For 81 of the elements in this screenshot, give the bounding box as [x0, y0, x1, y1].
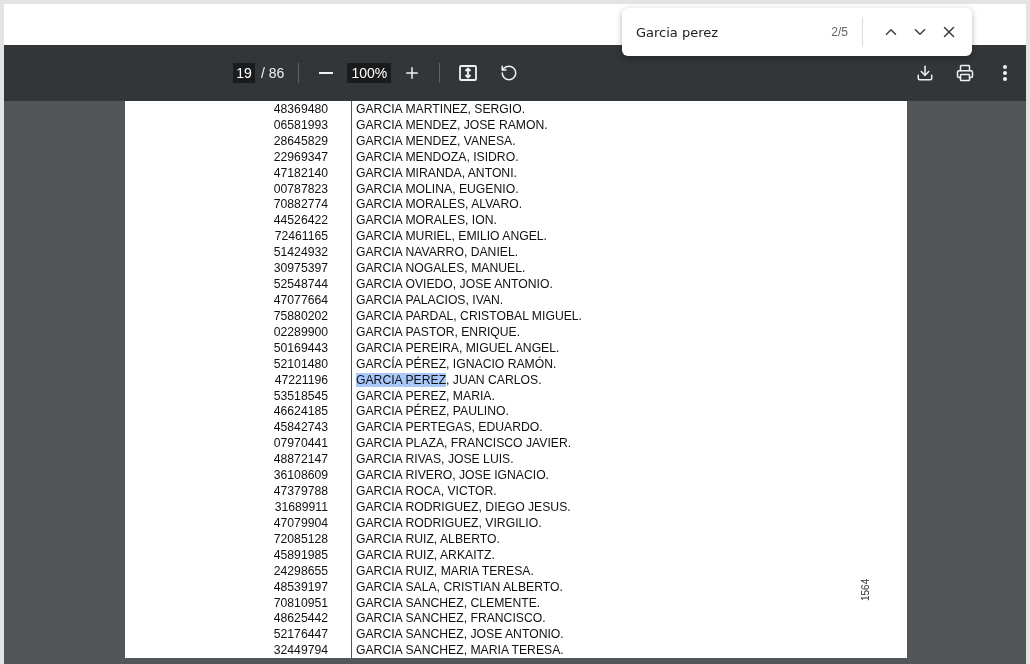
printer-icon — [956, 64, 974, 82]
person-name: GARCIA PARDAL, CRISTOBAL MIGUEL. — [356, 308, 582, 323]
id-number: 47182140 — [272, 165, 328, 180]
person-name: GARCIA NOGALES, MANUEL. — [356, 261, 526, 276]
id-number: 30975397 — [272, 261, 328, 276]
id-number: 46624185 — [272, 404, 328, 419]
person-name: GARCIA SALA, CRISTIAN ALBERTO. — [356, 579, 563, 594]
id-number: 48539197 — [272, 579, 328, 594]
person-name: GARCIA PLAZA, FRANCISCO JAVIER. — [356, 436, 572, 451]
person-name: GARCIA PASTOR, ENRIQUE. — [356, 324, 521, 339]
id-number: 72461165 — [273, 229, 328, 244]
id-number: 51424932 — [272, 245, 328, 260]
fit-page-icon — [458, 63, 479, 83]
person-name: GARCIA PEREZ, JUAN CARLOS. — [356, 372, 542, 387]
id-number: 31689911 — [273, 500, 328, 514]
id-number: 70882774 — [272, 197, 328, 212]
person-name: GARCIA MENDEZ, VANESA. — [356, 133, 516, 148]
id-number: 75880202 — [272, 308, 328, 323]
id-number: 07970441 — [272, 436, 328, 451]
id-number: 00787823 — [272, 181, 328, 196]
person-name: GARCIA PEREZ, MARIA. — [356, 388, 495, 403]
id-number: 50169443 — [272, 340, 328, 355]
person-name: GARCIA PEREIRA, MIGUEL ANGEL. — [356, 340, 560, 355]
person-name: GARCIA SANCHEZ, FRANCISCO. — [356, 611, 546, 626]
id-number: 47077664 — [272, 293, 328, 307]
page-number-field[interactable]: 19 — [233, 63, 255, 83]
more-icon — [1003, 65, 1007, 81]
person-name: GARCIA RUIZ, ALBERTO. — [356, 531, 500, 546]
person-name: GARCIA PÉREZ, PAULINO. — [356, 404, 509, 419]
id-number: 70810951 — [272, 595, 328, 610]
person-name: GARCIA MURIEL, EMILIO ANGEL. — [356, 229, 547, 244]
id-number: 32449794 — [272, 643, 328, 658]
id-number: 52548744 — [272, 277, 328, 292]
margin-note: 1564 — [860, 578, 871, 601]
rotate-icon — [500, 64, 519, 82]
id-number: 52176447 — [272, 627, 328, 642]
person-name: GARCIA RIVERO, JOSE IGNACIO. — [356, 468, 549, 483]
person-name: GARCIA PERTEGAS, EDUARDO. — [356, 420, 543, 435]
id-number: 22969347 — [272, 149, 328, 164]
id-number: 47079904 — [272, 515, 328, 530]
person-name: GARCIA MORALES, ION. — [356, 213, 497, 228]
id-number: 53518545 — [272, 388, 328, 403]
match-count: 2/5 — [831, 25, 848, 39]
id-number: 48625442 — [272, 611, 328, 626]
person-name: GARCIA MENDOZA, ISIDRO. — [356, 149, 519, 164]
person-name: GARCIA PALACIOS, IVAN. — [356, 293, 504, 307]
id-number: 45842743 — [272, 420, 328, 435]
person-name: GARCIA ROCA, VICTOR. — [356, 484, 497, 499]
person-name: GARCIA NAVARRO, DANIEL. — [356, 245, 519, 260]
id-number: 02289900 — [272, 324, 328, 339]
person-name: GARCIA RIVAS, JOSE LUIS. — [356, 452, 514, 467]
id-number: 45891985 — [272, 547, 328, 562]
page-total: / 86 — [261, 65, 285, 81]
person-name: GARCIA RUIZ, MARIA TERESA. — [356, 563, 534, 578]
person-name: GARCIA MENDEZ, JOSE RAMON. — [356, 117, 548, 132]
person-name: GARCIA MOLINA, EUGENIO. — [356, 181, 519, 196]
person-name: GARCIA OVIEDO, JOSE ANTONIO. — [356, 277, 553, 292]
person-name: GARCIA MIRANDA, ANTONI. — [356, 165, 517, 180]
id-number: 47379788 — [272, 484, 328, 499]
person-name: GARCIA MARTINEZ, SERGIO. — [356, 101, 526, 116]
person-name: GARCIA SANCHEZ, MARIA TERESA. — [356, 643, 564, 658]
person-name: GARCIA RUIZ, ARKAITZ. — [356, 547, 495, 562]
person-name: GARCIA RODRIGUEZ, VIRGILIO. — [356, 515, 542, 530]
person-name: GARCIA RODRIGUEZ, DIEGO JESUS. — [356, 500, 571, 514]
download-icon — [916, 64, 934, 82]
id-number: 36108609 — [272, 468, 328, 483]
id-number: 72085128 — [272, 531, 328, 546]
zoom-field[interactable]: 100% — [347, 63, 392, 83]
person-name: GARCÍA PÉREZ, IGNACIO RAMÓN. — [356, 356, 557, 371]
person-name: GARCIA SANCHEZ, JOSE ANTONIO. — [356, 627, 564, 642]
id-number: 47221196 — [273, 372, 328, 387]
id-number: 28645829 — [272, 133, 328, 148]
id-number: 52101480 — [272, 356, 328, 371]
id-number: 48872147 — [272, 452, 328, 467]
person-name: GARCIA MORALES, ALVARO. — [356, 197, 523, 212]
id-number: 48369480 — [272, 101, 328, 116]
id-number: 24298655 — [272, 563, 328, 578]
person-name: GARCIA SANCHEZ, CLEMENTE. — [356, 595, 541, 610]
minus-icon — [319, 72, 334, 74]
id-number: 06581993 — [272, 117, 328, 132]
id-number: 44526422 — [272, 213, 328, 228]
